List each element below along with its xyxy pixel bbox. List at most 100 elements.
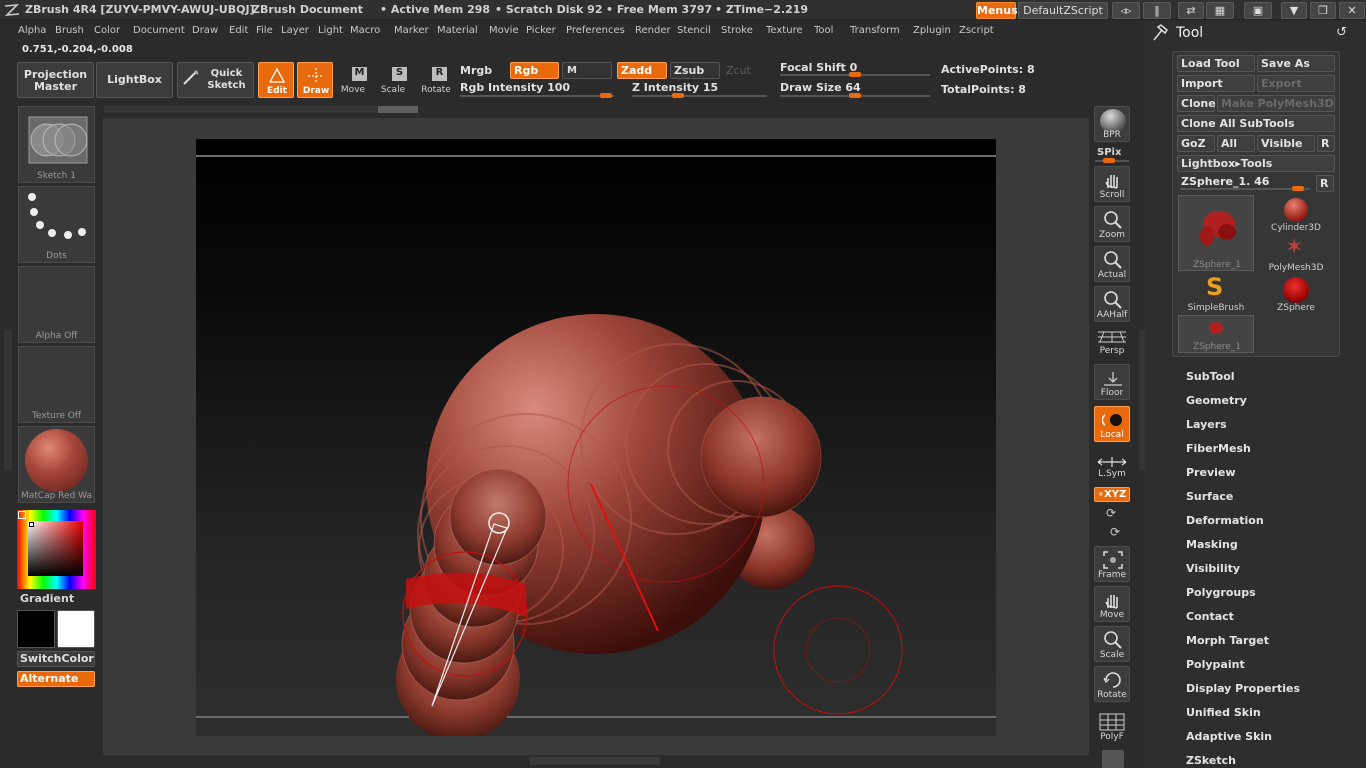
menu-item[interactable]: Zplugin <box>913 25 951 36</box>
move-mode-button[interactable]: M Move <box>337 62 373 98</box>
rgb-intensity-knob[interactable] <box>600 93 612 98</box>
menu-item[interactable]: Layer <box>281 25 309 36</box>
focal-shift-slider[interactable] <box>780 72 930 77</box>
close-icon[interactable]: ✕ <box>1339 2 1365 19</box>
menu-item[interactable]: Light <box>318 25 343 36</box>
z-intensity-slider[interactable] <box>632 93 767 98</box>
thumb-zsphere-1-active[interactable]: ZSphere_1 <box>1178 195 1254 271</box>
tool-section-item[interactable]: Layers <box>1186 418 1227 431</box>
actual-button[interactable]: Actual <box>1094 246 1130 282</box>
clone-all-subtools-button[interactable]: Clone All SubTools <box>1177 115 1335 132</box>
rotate-view-button[interactable]: Rotate <box>1094 666 1130 702</box>
polyf-button[interactable]: PolyF <box>1094 708 1130 742</box>
rgb-button[interactable]: Rgb <box>510 62 559 79</box>
rotate-y-icon[interactable]: ⟳ <box>1106 506 1116 520</box>
tool-section-item[interactable]: Unified Skin <box>1186 706 1261 719</box>
restore-icon[interactable]: ❐ <box>1310 2 1336 19</box>
frame-button[interactable]: Frame <box>1094 546 1130 582</box>
load-tool-button[interactable]: Load Tool <box>1177 55 1255 72</box>
scale-mode-button[interactable]: S Scale <box>377 62 413 98</box>
menu-item[interactable]: Macro <box>350 25 380 36</box>
menu-item[interactable]: Picker <box>526 25 556 36</box>
menu-item[interactable]: File <box>256 25 273 36</box>
tool-section-item[interactable]: FiberMesh <box>1186 442 1251 455</box>
save-as-button[interactable]: Save As <box>1257 55 1335 72</box>
default-zscript-button[interactable]: DefaultZScript <box>1018 2 1108 19</box>
draw-mode-button[interactable]: Draw <box>297 62 333 98</box>
local-button[interactable]: Local <box>1094 406 1130 442</box>
tool-section-item[interactable]: Visibility <box>1186 562 1240 575</box>
menu-item[interactable]: Movie <box>489 25 519 36</box>
color-saturation-square[interactable] <box>28 521 83 576</box>
clone-button[interactable]: Clone <box>1177 95 1216 112</box>
layout-swap-icon[interactable]: ⇄ <box>1178 2 1204 19</box>
scroll-button[interactable]: Scroll <box>1094 166 1130 202</box>
alpha-thumbnail[interactable]: Alpha Off <box>18 266 95 343</box>
draw-size-knob[interactable] <box>849 93 861 98</box>
thumb-zsphere[interactable]: ZSphere <box>1258 275 1334 313</box>
goz-r-button[interactable]: R <box>1317 135 1335 152</box>
zsub-button[interactable]: Zsub <box>670 62 720 79</box>
mrgb-button[interactable]: Mrgb <box>460 64 492 77</box>
tool-section-item[interactable]: Geometry <box>1186 394 1247 407</box>
bottom-tray-handle[interactable] <box>530 757 660 765</box>
reset-icon[interactable]: ↺ <box>1336 25 1347 40</box>
menu-item[interactable]: Edit <box>229 25 248 36</box>
scale-view-button[interactable]: Scale <box>1094 626 1130 662</box>
xyz-button[interactable]: ∘XYZ <box>1094 487 1130 502</box>
tool-section-item[interactable]: Polypaint <box>1186 658 1245 671</box>
menu-item[interactable]: Brush <box>55 25 84 36</box>
menu-item[interactable]: Texture <box>766 25 803 36</box>
brush-alpha-thumbnail[interactable]: Dots <box>18 186 95 263</box>
tool-r-button[interactable]: R <box>1316 175 1334 192</box>
m-button[interactable]: M <box>562 62 612 79</box>
secondary-color-swatch[interactable] <box>57 610 95 648</box>
thumb-cylinder3d[interactable]: Cylinder3D <box>1258 195 1334 233</box>
menu-item[interactable]: Tool <box>814 25 833 36</box>
export-button[interactable]: Export <box>1257 75 1335 92</box>
tool-section-item[interactable]: Contact <box>1186 610 1234 623</box>
aahalf-button[interactable]: AAHalf <box>1094 286 1130 322</box>
tool-slider-knob[interactable] <box>1292 186 1304 191</box>
goz-button[interactable]: GoZ <box>1177 135 1215 152</box>
menu-item[interactable]: Document <box>133 25 185 36</box>
menu-item[interactable]: Stroke <box>721 25 753 36</box>
rgb-intensity-slider[interactable] <box>460 93 614 98</box>
bpr-button[interactable]: BPR <box>1094 106 1130 142</box>
menu-item[interactable]: Transform <box>850 25 900 36</box>
menu-item[interactable]: Preferences <box>566 25 625 36</box>
tool-section-item[interactable]: Display Properties <box>1186 682 1300 695</box>
persp-button[interactable]: Persp <box>1094 328 1130 358</box>
spix-knob[interactable] <box>1103 158 1115 163</box>
goz-all-button[interactable]: All <box>1217 135 1255 152</box>
tool-section-item[interactable]: Surface <box>1186 490 1233 503</box>
menu-item[interactable]: Stencil <box>677 25 711 36</box>
menu-item[interactable]: Alpha <box>18 25 46 36</box>
draw-size-slider[interactable] <box>780 93 930 98</box>
z-intensity-knob[interactable] <box>672 93 684 98</box>
tool-section-item[interactable]: Preview <box>1186 466 1236 479</box>
tool-section-item[interactable]: Polygroups <box>1186 586 1256 599</box>
goz-visible-button[interactable]: Visible <box>1257 135 1315 152</box>
focal-shift-knob[interactable] <box>849 72 861 77</box>
rotate-mode-button[interactable]: R Rotate <box>417 62 455 98</box>
color-picker[interactable] <box>17 510 96 589</box>
stroke-thumbnail[interactable]: Sketch 1 <box>18 106 95 183</box>
menu-item[interactable]: Render <box>635 25 671 36</box>
switch-color-button[interactable]: SwitchColor <box>17 651 95 667</box>
tool-section-item[interactable]: Adaptive Skin <box>1186 730 1272 743</box>
tool-section-item[interactable]: Morph Target <box>1186 634 1269 647</box>
texture-thumbnail[interactable]: Texture Off <box>18 346 95 423</box>
tool-section-item[interactable]: ZSketch <box>1186 754 1236 767</box>
lightbox-tools-button[interactable]: Lightbox▸Tools <box>1177 155 1335 172</box>
tool-slider[interactable] <box>1180 186 1310 191</box>
tray-scroll-icon[interactable]: ‖ <box>1143 2 1171 19</box>
minimize-icon[interactable]: ▼ <box>1281 2 1307 19</box>
tray-arrows-icon[interactable]: ◃▹ <box>1112 2 1140 19</box>
zadd-button[interactable]: Zadd <box>617 62 667 79</box>
projection-master-button[interactable]: Projection Master <box>17 62 94 98</box>
main-color-swatch[interactable] <box>17 610 55 648</box>
tool-section-item[interactable]: SubTool <box>1186 370 1235 383</box>
transp-button[interactable] <box>1102 750 1124 768</box>
rotate-z-icon[interactable]: ⟳ <box>1110 525 1120 539</box>
